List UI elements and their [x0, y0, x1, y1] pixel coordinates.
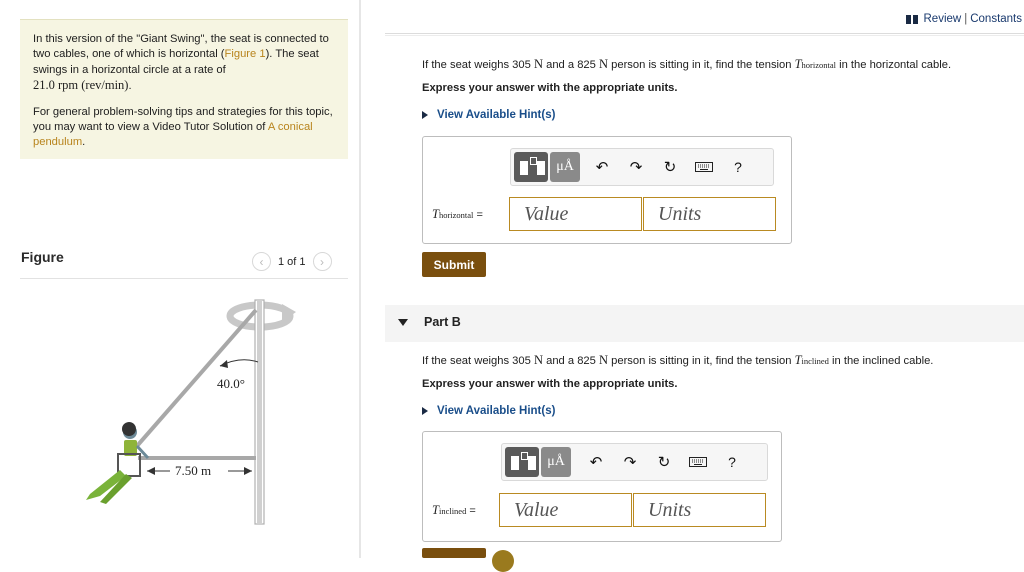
rate-value: 21.0 rpm (rev/min): [33, 78, 129, 93]
part-b-value-input[interactable]: Value: [499, 493, 632, 527]
hint-label[interactable]: View Available Hint(s): [437, 109, 555, 121]
part-a-var-label: Thorizontal =: [432, 207, 483, 222]
question-text: and a 825: [542, 59, 599, 71]
top-divider: [385, 35, 1024, 36]
tension-variable: T: [794, 57, 802, 71]
intro-paragraph-1: In this version of the "Giant Swing", th…: [33, 32, 336, 95]
part-a-hint-toggle[interactable]: View Available Hint(s): [422, 109, 555, 121]
tension-variable: T: [794, 353, 802, 367]
part-b-submit-button[interactable]: [422, 548, 486, 558]
part-b-units-input[interactable]: Units: [633, 493, 766, 527]
question-text: person is sitting in it, find the tensio…: [608, 59, 795, 71]
question-text: person is sitting in it, find the tensio…: [608, 355, 795, 367]
intro-text: .: [128, 80, 132, 93]
part-a-value-input[interactable]: Value: [509, 197, 642, 231]
part-b-header[interactable]: [385, 305, 1024, 342]
reset-icon[interactable]: ↻: [655, 453, 673, 471]
review-constants-bar: Review | Constants: [905, 13, 1022, 25]
constants-link[interactable]: Constants: [970, 13, 1022, 25]
redo-icon[interactable]: ↷: [627, 158, 645, 176]
giant-swing-figure: 40.0° 7.50 m: [86, 299, 296, 525]
problem-intro: In this version of the "Giant Swing", th…: [20, 19, 348, 159]
undo-icon[interactable]: ↶: [587, 453, 605, 471]
feedback-icon[interactable]: [492, 550, 514, 572]
part-a-units-input[interactable]: Units: [643, 197, 776, 231]
part-a-instruction: Express your answer with the appropriate…: [422, 82, 678, 94]
chevron-right-icon[interactable]: ›: [312, 252, 332, 271]
length-label: 7.50 m: [175, 463, 211, 478]
redo-icon[interactable]: ↷: [621, 453, 639, 471]
part-b-math-toolbar: μÅ ↶ ↷ ↻ ?: [501, 443, 768, 481]
part-b-var-label: Tinclined =: [432, 503, 476, 518]
submit-button[interactable]: Submit: [422, 252, 486, 277]
tension-subscript: horizontal: [438, 210, 474, 220]
tension-variable: T: [432, 207, 439, 221]
hint-label[interactable]: View Available Hint(s): [437, 405, 555, 417]
tension-subscript: inclined: [801, 356, 829, 366]
book-icon: [905, 14, 918, 24]
unit-text: N: [598, 353, 609, 367]
units-symbols-button[interactable]: μÅ: [541, 447, 571, 477]
intro-text: .: [82, 136, 86, 149]
figure-title: Figure: [21, 249, 64, 265]
separator: |: [964, 13, 968, 25]
part-b-question: If the seat weighs 305 N and a 825 N per…: [422, 353, 933, 368]
tension-variable: T: [432, 503, 439, 517]
undo-icon[interactable]: ↶: [593, 158, 611, 176]
part-a-math-toolbar: μÅ ↶ ↷ ↻ ?: [510, 148, 774, 186]
figure-divider: [20, 278, 348, 279]
equals-sign: =: [466, 505, 476, 517]
question-text: If the seat weighs 305: [422, 59, 534, 71]
triangle-right-icon: [422, 111, 428, 119]
angle-label: 40.0°: [217, 376, 245, 391]
figure-1-link[interactable]: Figure 1: [225, 48, 266, 60]
person-in-seat: [86, 422, 150, 504]
question-text: in the horizontal cable.: [836, 59, 952, 71]
triangle-right-icon: [422, 407, 428, 415]
question-text: If the seat weighs 305: [422, 355, 534, 367]
tension-subscript: horizontal: [801, 60, 836, 70]
chevron-left-icon[interactable]: ‹: [252, 252, 271, 271]
templates-button[interactable]: [505, 447, 539, 477]
part-b-hint-toggle[interactable]: View Available Hint(s): [422, 405, 555, 417]
panel-divider: [359, 0, 361, 558]
keyboard-icon[interactable]: [689, 453, 707, 471]
units-symbols-button[interactable]: μÅ: [550, 152, 580, 182]
question-text: in the inclined cable.: [828, 355, 934, 367]
help-button[interactable]: ?: [723, 453, 741, 471]
unit-text: N: [533, 57, 543, 71]
unit-text: N: [598, 57, 609, 71]
pager-label: 1 of 1: [278, 255, 306, 268]
review-link[interactable]: Review: [924, 13, 962, 25]
equals-sign: =: [473, 209, 483, 221]
figure-pager: ‹ 1 of 1 ›: [252, 251, 332, 272]
help-button[interactable]: ?: [729, 158, 747, 176]
triangle-down-icon[interactable]: [398, 319, 408, 326]
part-a-question: If the seat weighs 305 N and a 825 N per…: [422, 57, 951, 72]
question-text: and a 825: [542, 355, 599, 367]
part-b-label[interactable]: Part B: [424, 315, 461, 329]
intro-paragraph-2: For general problem-solving tips and str…: [33, 105, 336, 151]
part-b-instruction: Express your answer with the appropriate…: [422, 378, 678, 390]
unit-text: N: [533, 353, 543, 367]
keyboard-icon[interactable]: [695, 158, 713, 176]
reset-icon[interactable]: ↻: [661, 158, 679, 176]
tension-subscript: inclined: [438, 506, 467, 516]
templates-button[interactable]: [514, 152, 548, 182]
top-divider: [385, 33, 1024, 34]
